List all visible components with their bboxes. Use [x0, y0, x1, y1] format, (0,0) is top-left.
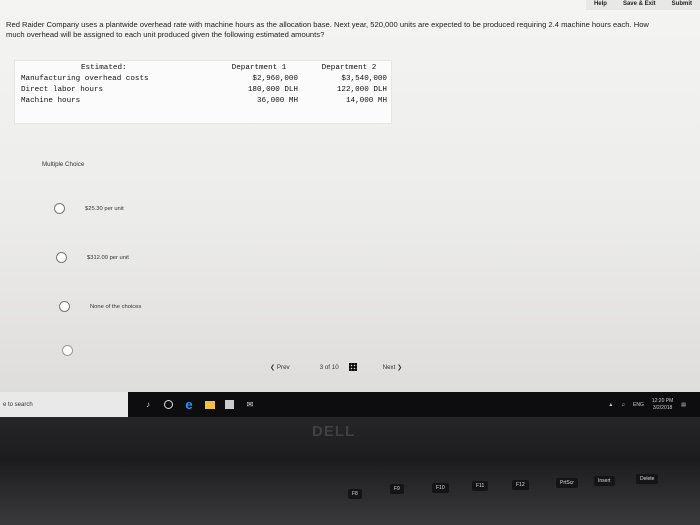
department-2-header: Department 2 — [321, 64, 377, 72]
cortana-icon[interactable] — [164, 400, 173, 409]
radio-button[interactable] — [59, 301, 70, 312]
department-1-column: Department 1 $2,960,000 180,000 DLH 36,0… — [220, 63, 298, 107]
question-text: Red Raider Company uses a plantwide over… — [6, 20, 649, 39]
radio-button[interactable] — [62, 345, 73, 356]
notification-icon[interactable]: ▤ — [681, 402, 686, 408]
department-1-value: 36,000 MH — [256, 97, 298, 105]
prev-button[interactable]: ❮ Prev — [270, 364, 290, 371]
choice-label: $25.30 per unit — [85, 205, 124, 212]
choice-option[interactable]: None of the choices — [59, 301, 141, 312]
keyboard-key: F11 — [472, 481, 489, 491]
taskbar-search-input[interactable]: e to search — [0, 392, 128, 417]
language-indicator[interactable]: ENG — [633, 402, 644, 408]
radio-button[interactable] — [54, 203, 65, 214]
choice-label: $312.00 per unit — [87, 254, 129, 261]
chevron-left-icon: ❮ — [270, 363, 276, 371]
department-2-column: Department 2 $3,540,000 122,000 DLH 14,0… — [311, 63, 387, 107]
clock-date: 3/2/2018 — [652, 404, 673, 411]
volume-icon[interactable]: ♫ — [621, 402, 625, 408]
keyboard-key: F9 — [390, 484, 404, 494]
row-label: Machine hours — [21, 97, 81, 105]
keyboard-key: F8 — [348, 489, 362, 499]
department-2-value: 122,000 DLH — [336, 86, 387, 94]
department-1-value: 180,000 DLH — [247, 86, 298, 94]
clock[interactable]: 12:20 PM 3/2/2018 — [652, 398, 673, 412]
top-bar: Help Save & Exit Submit — [585, 0, 700, 10]
estimates-header: Estimated: — [81, 64, 127, 72]
file-explorer-icon[interactable] — [205, 400, 215, 409]
radio-button[interactable] — [56, 252, 67, 263]
department-2-value: 14,000 MH — [345, 97, 387, 105]
edge-browser-icon[interactable]: e — [183, 397, 195, 412]
multiple-choice-label: Multiple Choice — [42, 161, 85, 168]
browser-screen: Help Save & Exit Submit Red Raider Compa… — [0, 0, 700, 392]
save-exit-button[interactable]: Save & Exit — [614, 0, 664, 10]
grid-icon[interactable] — [348, 363, 357, 371]
keyboard-key: PrtScr — [556, 478, 578, 488]
system-tray: ▲ ♫ ENG 12:20 PM 3/2/2018 ▤ — [608, 392, 686, 417]
choice-label: None of the choices — [90, 303, 142, 310]
help-link[interactable]: Help — [585, 0, 615, 10]
next-button[interactable]: Next ❯ — [383, 364, 403, 371]
choice-option[interactable] — [62, 345, 73, 356]
network-icon[interactable]: ▲ — [608, 402, 613, 408]
chevron-right-icon: ❯ — [397, 363, 403, 371]
row-label: Manufacturing overhead costs — [21, 75, 149, 83]
estimates-labels: Estimated: Manufacturing overhead costs … — [21, 63, 149, 107]
department-2-value: $3,540,000 — [341, 75, 387, 83]
windows-taskbar: e to search ♪ e ✉ ▲ ♫ ENG 12:20 PM 3/2/2… — [0, 392, 700, 417]
keyboard-key: Insert — [594, 476, 615, 486]
row-label: Direct labor hours — [21, 86, 104, 94]
department-1-value: $2,960,000 — [252, 75, 298, 83]
choice-option[interactable]: $25.30 per unit — [54, 203, 124, 214]
keyboard-key: F10 — [432, 483, 449, 493]
keyboard-key: F12 — [512, 480, 529, 490]
estimates-table: Estimated: Manufacturing overhead costs … — [14, 60, 392, 124]
dell-logo: DELL — [312, 423, 356, 440]
microphone-icon[interactable]: ♪ — [142, 399, 154, 411]
department-1-header: Department 1 — [231, 64, 287, 72]
clock-time: 12:20 PM — [651, 397, 674, 404]
mail-icon[interactable]: ✉ — [244, 399, 256, 411]
choice-option[interactable]: $312.00 per unit — [56, 252, 129, 263]
page-indicator: 3 of 10 — [319, 363, 339, 371]
submit-button[interactable]: Submit — [663, 0, 700, 10]
store-icon[interactable] — [225, 400, 234, 409]
keyboard-key: Delete — [636, 474, 659, 484]
pagination: ❮ Prev 3 of 10 Next ❯ — [270, 363, 402, 371]
